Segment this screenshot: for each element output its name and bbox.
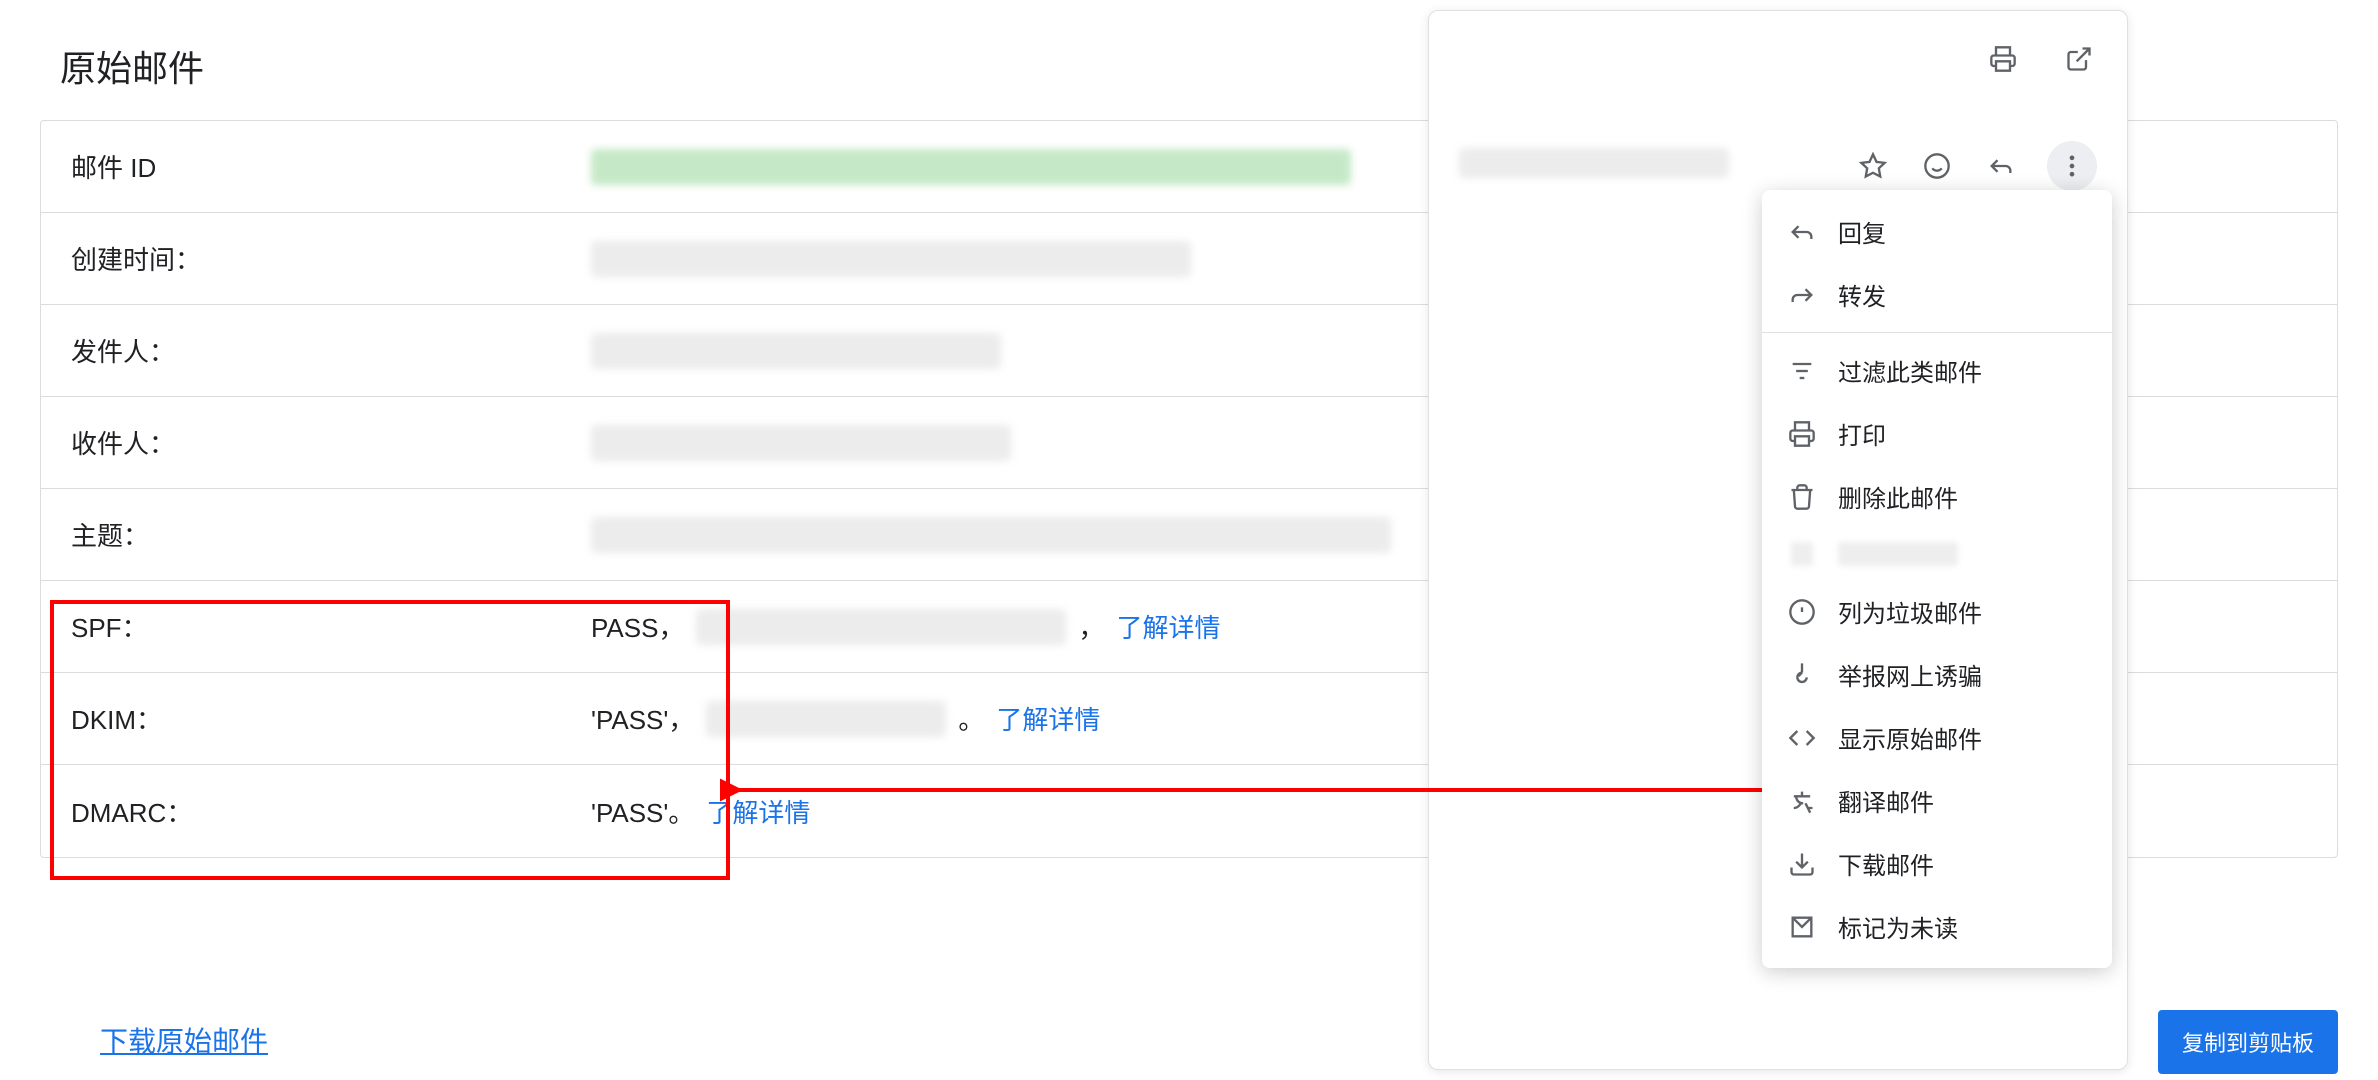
- row-label: SPF：: [71, 608, 591, 645]
- mark-unread-icon: [1788, 913, 1816, 941]
- menu-divider: [1762, 332, 2112, 333]
- menu-label: 删除此邮件: [1838, 479, 1958, 514]
- row-label: DKIM：: [71, 700, 591, 737]
- reply-icon[interactable]: [1983, 148, 2019, 184]
- download-icon: [1788, 850, 1816, 878]
- menu-item-show-original[interactable]: 显示原始邮件: [1762, 706, 2112, 769]
- delete-icon: [1788, 483, 1816, 511]
- menu-item-forward[interactable]: 转发: [1762, 263, 2112, 326]
- translate-icon: [1788, 787, 1816, 815]
- menu-label: 显示原始邮件: [1838, 720, 1982, 755]
- menu-item-reply[interactable]: 回复: [1762, 200, 2112, 263]
- menu-label: 下载邮件: [1838, 846, 1934, 881]
- spf-status: PASS，: [591, 608, 684, 645]
- menu-item-print[interactable]: 打印: [1762, 402, 2112, 465]
- emoji-icon[interactable]: [1919, 148, 1955, 184]
- menu-label: 打印: [1838, 416, 1886, 451]
- learn-more-link[interactable]: 了解详情: [706, 793, 810, 830]
- filter-icon: [1788, 357, 1816, 385]
- menu-item-delete[interactable]: 删除此邮件: [1762, 465, 2112, 528]
- menu-label: 列为垃圾邮件: [1838, 594, 1982, 629]
- menu-item-phishing[interactable]: 举报网上诱骗: [1762, 643, 2112, 706]
- menu-item-mark-unread[interactable]: 标记为未读: [1762, 895, 2112, 958]
- menu-item-download[interactable]: 下载邮件: [1762, 832, 2112, 895]
- spam-icon: [1788, 598, 1816, 626]
- menu-label-blurred: [1838, 542, 1958, 566]
- menu-label: 过滤此类邮件: [1838, 353, 1982, 388]
- download-original-link[interactable]: 下载原始邮件: [100, 1020, 268, 1060]
- learn-more-link[interactable]: 了解详情: [1116, 608, 1220, 645]
- reply-icon: [1788, 218, 1816, 246]
- menu-label: 转发: [1838, 277, 1886, 312]
- message-actions-dropdown: 回复 转发 过滤此类邮件 打印 删除此邮件 列为垃圾邮件 举报网上诱骗 显示原始…: [1762, 190, 2112, 968]
- menu-item-spam[interactable]: 列为垃圾邮件: [1762, 580, 2112, 643]
- star-icon[interactable]: [1855, 148, 1891, 184]
- menu-item-blurred[interactable]: [1762, 528, 2112, 580]
- row-label: DMARC：: [71, 793, 591, 830]
- row-label: 收件人：: [71, 424, 591, 461]
- dkim-status: 'PASS'，: [591, 700, 694, 737]
- more-icon[interactable]: [2047, 141, 2097, 191]
- menu-label: 举报网上诱骗: [1838, 657, 1982, 692]
- page-title: 原始邮件: [60, 40, 204, 92]
- row-label: 发件人：: [71, 332, 591, 369]
- row-label: 邮件 ID: [71, 148, 591, 185]
- code-icon: [1788, 724, 1816, 752]
- phishing-icon: [1788, 661, 1816, 689]
- forward-icon: [1788, 281, 1816, 309]
- dmarc-status: 'PASS'。: [591, 793, 694, 830]
- print-icon: [1788, 420, 1816, 448]
- print-icon[interactable]: [1985, 41, 2021, 77]
- menu-label: 翻译邮件: [1838, 783, 1934, 818]
- menu-item-translate[interactable]: 翻译邮件: [1762, 769, 2112, 832]
- row-label: 创建时间：: [71, 240, 591, 277]
- copy-clipboard-button[interactable]: 复制到剪贴板: [2158, 1010, 2338, 1074]
- blurred-icon: [1788, 542, 1816, 566]
- menu-item-filter[interactable]: 过滤此类邮件: [1762, 339, 2112, 402]
- row-label: 主题：: [71, 516, 591, 553]
- menu-label: 标记为未读: [1838, 909, 1958, 944]
- open-external-icon[interactable]: [2061, 41, 2097, 77]
- learn-more-link[interactable]: 了解详情: [996, 700, 1100, 737]
- menu-label: 回复: [1838, 214, 1886, 249]
